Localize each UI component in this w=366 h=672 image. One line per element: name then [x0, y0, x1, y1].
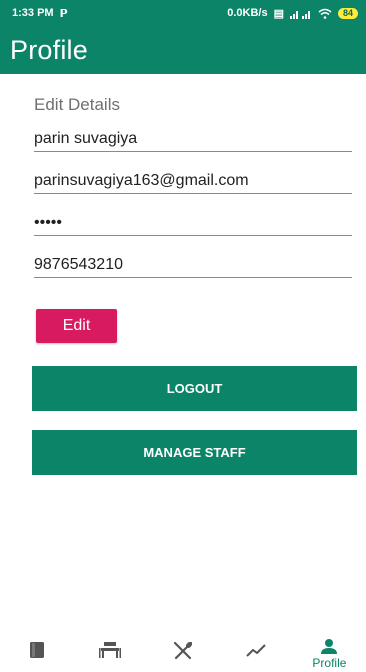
phone-input[interactable] [34, 256, 352, 274]
utensils-icon [173, 641, 193, 660]
nav-item-trend[interactable] [220, 632, 293, 672]
status-right: 0.0KB/s ▤ 84 [227, 7, 358, 20]
email-field[interactable] [34, 164, 352, 194]
network-speed: 0.0KB/s [227, 7, 268, 19]
nav-item-utensils[interactable] [146, 632, 219, 672]
password-input[interactable] [34, 214, 352, 232]
app-bar: Profile [0, 26, 366, 74]
nav-item-profile[interactable]: Profile [293, 632, 366, 672]
nav-label-profile: Profile [312, 656, 347, 670]
edit-details-label: Edit Details [34, 95, 120, 114]
email-input[interactable] [34, 172, 352, 190]
wifi-icon [318, 8, 332, 19]
trend-icon [246, 644, 266, 657]
name-input[interactable] [34, 130, 352, 148]
nav-item-book[interactable] [0, 632, 73, 672]
name-field[interactable] [34, 122, 352, 152]
manage-staff-button[interactable]: MANAGE STAFF [32, 430, 357, 475]
data-icon: ▤ [273, 7, 284, 20]
battery-badge: 84 [337, 7, 358, 19]
status-time: 1:33 PM [12, 7, 54, 19]
edit-button[interactable]: Edit [36, 309, 117, 343]
bottom-nav: Profile [0, 632, 366, 672]
page-title: Profile [10, 34, 88, 65]
book-icon [29, 642, 44, 658]
status-left: 1:33 PM 𝗣 [12, 7, 68, 20]
logout-button[interactable]: LOGOUT [32, 366, 357, 411]
nav-item-table[interactable] [73, 632, 146, 672]
password-field[interactable] [34, 206, 352, 236]
table-icon [98, 642, 121, 658]
notification-p-icon: 𝗣 [59, 7, 68, 20]
signal-icon [289, 10, 310, 19]
person-icon [321, 639, 338, 654]
phone-field[interactable] [34, 248, 352, 278]
status-bar: 1:33 PM 𝗣 0.0KB/s ▤ 84 [0, 0, 366, 26]
